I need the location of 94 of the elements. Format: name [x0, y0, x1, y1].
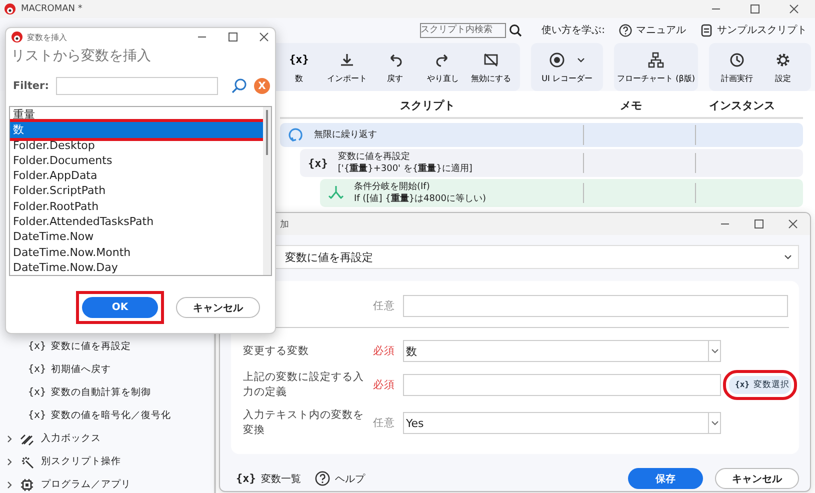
script-row[interactable]: 無限に繰り返す [280, 123, 803, 147]
list-item[interactable]: Folder.Desktop [10, 138, 263, 153]
download-icon [339, 52, 355, 68]
dialog-title: 変数を挿入 [27, 32, 67, 42]
close-icon[interactable] [259, 32, 269, 42]
sidebar-item[interactable]: {x} 変数の自動計算を制御 [0, 381, 214, 404]
toolbar-button[interactable]: フローチャート (β版) [620, 43, 692, 91]
input-field[interactable] [403, 295, 788, 317]
help-icon [314, 471, 330, 486]
sparkle-icon [20, 454, 34, 468]
chevron-icon[interactable] [6, 434, 13, 442]
list-item[interactable]: Folder.Documents [10, 152, 263, 168]
toolbar-button[interactable]: 戻す [372, 43, 418, 91]
search-icon[interactable] [508, 24, 522, 36]
list-item[interactable]: Folder.AppData [10, 168, 263, 184]
step-detail: ['{重量}+300' を{重量}に適用] [338, 163, 472, 175]
logo-icon [4, 3, 16, 15]
dialog-title: 加 [280, 218, 289, 230]
logo-icon [11, 31, 23, 43]
sidebar-category[interactable]: 入力ボックス [0, 427, 214, 450]
maximize-icon[interactable] [750, 4, 760, 14]
variables-link[interactable]: {x} 変数一覧 [236, 472, 301, 486]
list-item[interactable]: Folder.AttendedTasksPath [10, 214, 263, 230]
step-title: 無限に繰り返す [314, 129, 377, 141]
chevron-icon[interactable] [6, 480, 13, 488]
samples-link[interactable]: サンプルスクリプト [700, 23, 807, 37]
select-field[interactable]: Yes [403, 412, 721, 434]
maximize-icon[interactable] [228, 32, 238, 42]
caret-icon[interactable] [577, 56, 585, 64]
search-field[interactable]: スクリプト内検索 [420, 22, 506, 38]
close-icon[interactable] [788, 219, 798, 229]
help-link[interactable]: ヘルプ [314, 471, 365, 486]
toolbar-button[interactable]: {x} 数 [276, 43, 322, 91]
column-header: メモ [619, 98, 643, 112]
filter-label: Filter: [13, 80, 49, 92]
sidebar-item[interactable]: {x} 変数に値を再設定 [0, 335, 214, 358]
list-item[interactable]: DateTime.Now [10, 229, 263, 245]
sidebar-category[interactable]: 別スクリプト操作 [0, 450, 214, 473]
settings-icon [775, 52, 791, 68]
learn-label: 使い方を学ぶ: [542, 24, 605, 37]
ok-button[interactable]: OK [82, 297, 158, 318]
field-label: 入力テキスト内の変数を変換 [243, 408, 365, 438]
input-field[interactable] [403, 374, 721, 396]
requirement-label: 必須 [373, 344, 396, 358]
list-item[interactable]: Folder.ScriptPath [10, 183, 263, 199]
filter-field[interactable] [56, 77, 218, 95]
select-field[interactable]: 数 [403, 340, 721, 362]
toolbar-button[interactable]: 無効にする [468, 43, 514, 91]
record-icon [549, 52, 565, 68]
requirement-label: 必須 [373, 378, 396, 392]
toolbar-button[interactable]: 計画実行 [715, 43, 759, 91]
sidebar-category[interactable]: プログラム／アプリ [0, 473, 214, 493]
caret-icon [784, 253, 792, 261]
script-row[interactable]: 条件分岐を開始(If) If ([値] {重量}は4800に等しい) [320, 179, 803, 207]
branch-icon [328, 185, 344, 201]
step-detail: If ([値] {重量}は4800に等しい) [354, 193, 486, 205]
list-item[interactable]: 数 [10, 122, 266, 138]
chip-icon [20, 478, 34, 492]
list-item[interactable]: 重量 [10, 107, 263, 122]
cancel-button[interactable]: キャンセル [176, 297, 260, 318]
sidebar-item[interactable]: {x} 初期値へ戻す [0, 358, 214, 381]
flowchart-icon [648, 52, 664, 68]
cancel-button[interactable]: キャンセル [715, 468, 799, 489]
toolbar-button[interactable]: やり直し [420, 43, 466, 91]
caret-icon [710, 419, 718, 427]
help-icon [619, 24, 632, 36]
window-title: MACROMAN * [21, 4, 82, 14]
clock-icon [729, 52, 745, 68]
toolbar-button[interactable]: UI レコーダー [537, 43, 597, 91]
close-icon[interactable] [789, 4, 799, 14]
list-item[interactable]: Folder.RootPath [10, 198, 263, 214]
step-title: 条件分岐を開始(If) [354, 181, 431, 193]
wand-icon [20, 432, 34, 446]
chevron-icon[interactable] [6, 458, 13, 466]
variable-select-button[interactable]: {x} 変数選択 [729, 376, 791, 394]
script-row[interactable]: {x} 変数に値を再設定 ['{重量}+300' を{重量}に適用] [300, 149, 803, 177]
save-button[interactable]: 保存 [628, 468, 703, 489]
requirement-label: 任意 [373, 416, 396, 430]
sidebar-item[interactable]: {x} 変数の値を暗号化／復号化 [0, 404, 214, 427]
loop-icon [288, 127, 304, 143]
requirement-label: 任意 [373, 299, 396, 313]
dialog-heading: リストから変数を挿入 [10, 47, 152, 65]
field-label: 変更する変数 [243, 344, 310, 358]
toolbar-button[interactable]: インポート [324, 43, 370, 91]
document-icon [700, 24, 713, 36]
manual-link[interactable]: マニュアル [619, 23, 686, 37]
column-header: スクリプト [399, 98, 456, 112]
toolbar-button[interactable]: 設定 [761, 43, 805, 91]
maximize-icon[interactable] [754, 219, 764, 229]
crossed-screen-icon [483, 52, 499, 68]
column-header: インスタンス [708, 98, 776, 112]
step-title: 変数に値を再設定 [338, 151, 411, 163]
field-label: 上記の変数に設定する入力の定義 [243, 370, 365, 400]
caret-icon [710, 347, 718, 355]
